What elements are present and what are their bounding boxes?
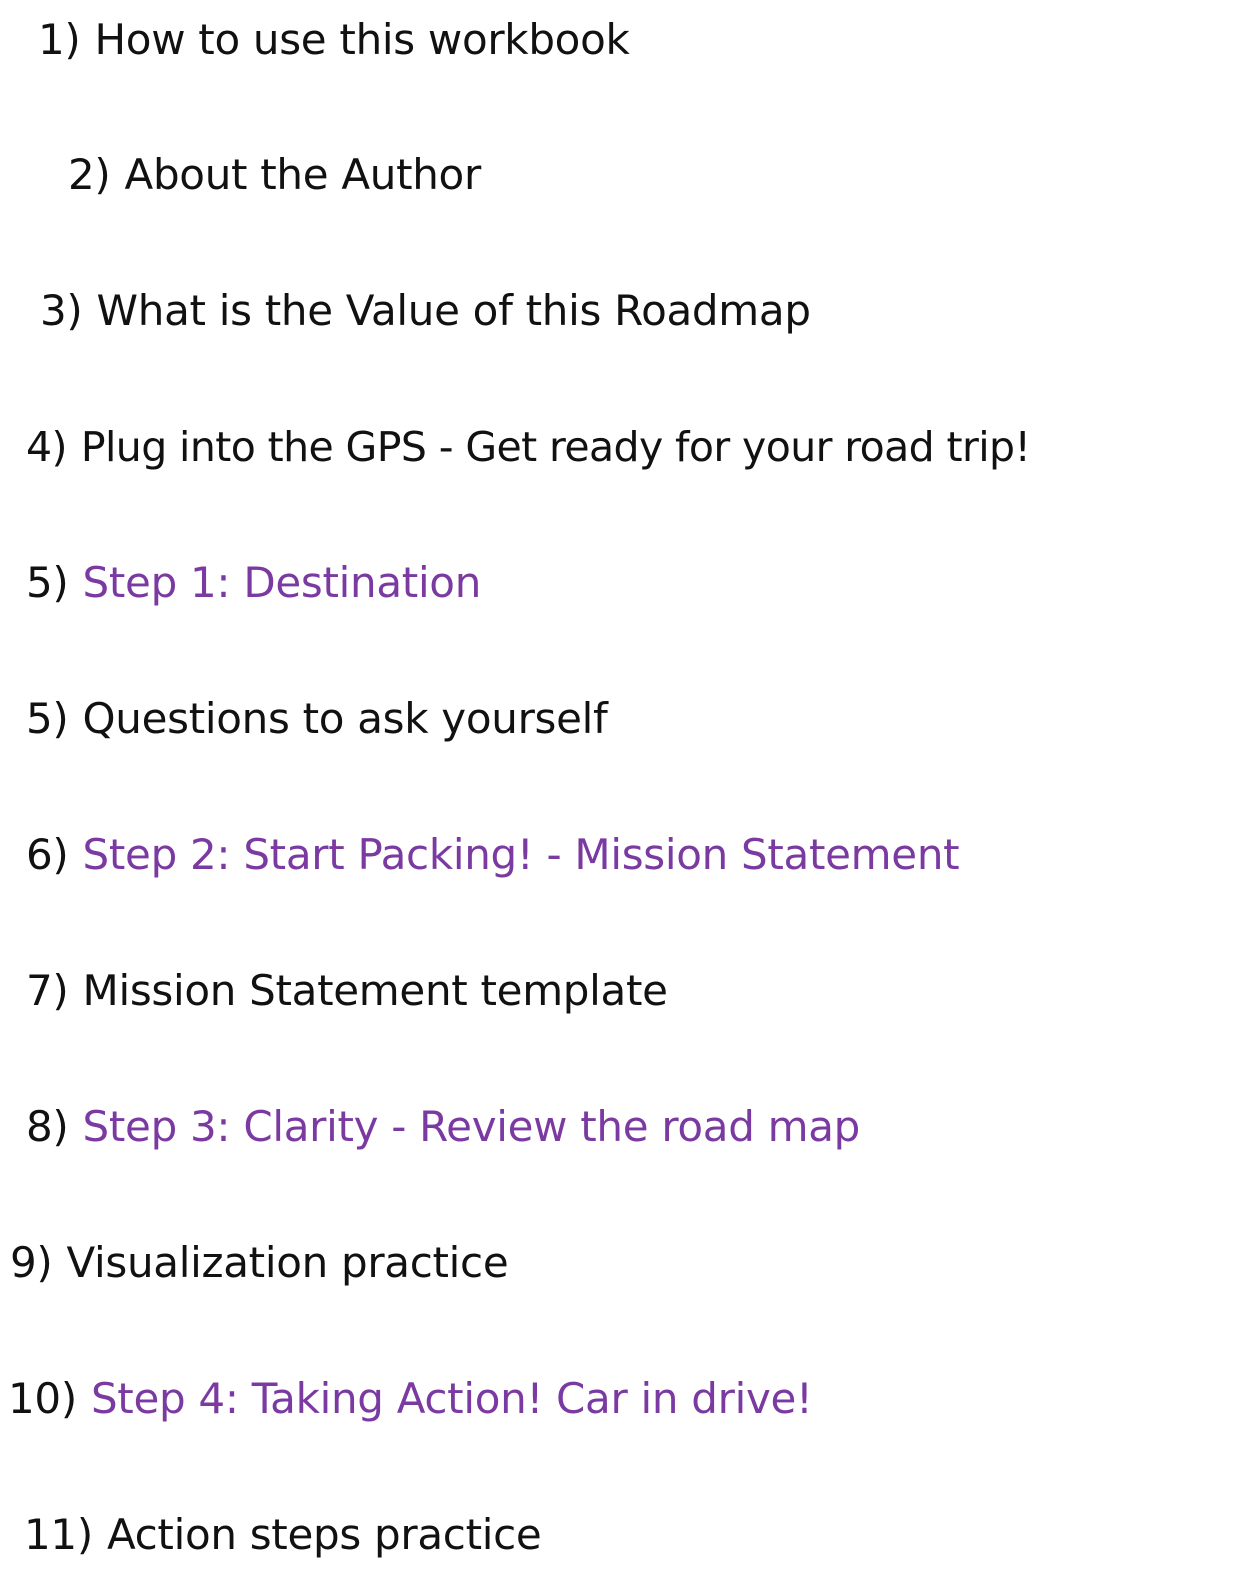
toc-title: Action steps practice <box>106 1510 542 1559</box>
toc-title: How to use this workbook <box>94 15 630 64</box>
toc-item-plug-into-gps[interactable]: 4) Plug into the GPS - Get ready for you… <box>26 412 1031 482</box>
toc-item-step-1-destination[interactable]: 5) Step 1: Destination <box>26 548 481 618</box>
toc-number: 1) <box>38 15 81 64</box>
toc-item-visualization[interactable]: 9) Visualization practice <box>10 1228 509 1298</box>
toc-item-about-author[interactable]: 2) About the Author <box>68 140 481 210</box>
toc-number: 8) <box>26 1102 69 1151</box>
toc-number: 2) <box>68 150 111 199</box>
toc-number: 3) <box>40 286 83 335</box>
toc-title: Step 4: Taking Action! Car in drive! <box>90 1374 813 1423</box>
toc-title: Step 1: Destination <box>82 558 482 607</box>
toc-number: 10) <box>8 1374 77 1423</box>
toc-title: Mission Statement template <box>82 966 668 1015</box>
toc-title: Questions to ask yourself <box>82 694 608 743</box>
toc-title: Plug into the GPS - Get ready for your r… <box>80 422 1031 471</box>
toc-number: 6) <box>26 830 69 879</box>
toc-number: 7) <box>26 966 69 1015</box>
toc-item-step-2-packing[interactable]: 6) Step 2: Start Packing! - Mission Stat… <box>26 820 960 890</box>
toc-number: 4) <box>26 422 67 471</box>
toc-item-how-to-use[interactable]: 1) How to use this workbook <box>38 5 630 75</box>
toc-title: Step 2: Start Packing! - Mission Stateme… <box>82 830 960 879</box>
toc-item-value-roadmap[interactable]: 3) What is the Value of this Roadmap <box>40 276 811 346</box>
toc-item-mission-template[interactable]: 7) Mission Statement template <box>26 956 668 1026</box>
toc-title: Visualization practice <box>66 1238 509 1287</box>
toc-number: 9) <box>10 1238 53 1287</box>
table-of-contents: 1) How to use this workbook 2) About the… <box>0 0 1240 1562</box>
toc-title: Step 3: Clarity - Review the road map <box>82 1102 861 1151</box>
toc-item-step-3-clarity[interactable]: 8) Step 3: Clarity - Review the road map <box>26 1092 860 1162</box>
toc-item-step-4-action[interactable]: 10) Step 4: Taking Action! Car in drive! <box>8 1364 813 1434</box>
toc-item-action-steps[interactable]: 11) Action steps practice <box>24 1500 542 1570</box>
toc-title: About the Author <box>124 150 482 199</box>
toc-number: 5) <box>26 694 69 743</box>
toc-title: What is the Value of this Roadmap <box>96 286 812 335</box>
toc-number: 11) <box>24 1510 93 1559</box>
toc-number: 5) <box>26 558 69 607</box>
toc-item-questions[interactable]: 5) Questions to ask yourself <box>26 684 608 754</box>
